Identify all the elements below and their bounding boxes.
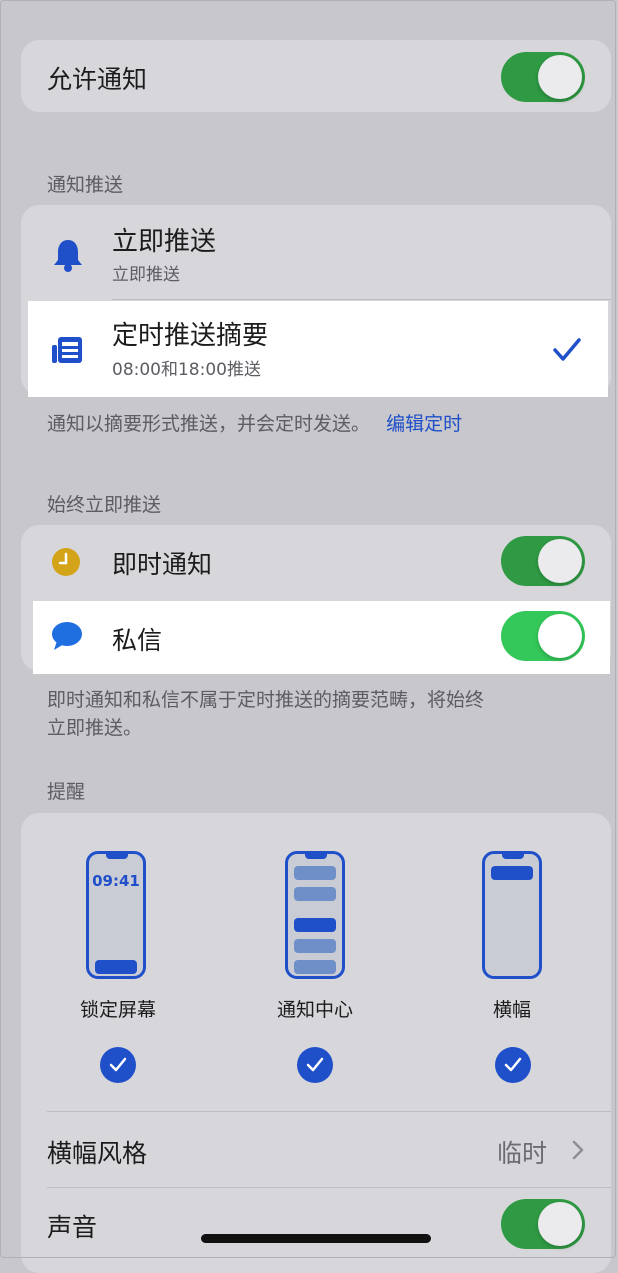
chevron-right-icon [572, 1140, 584, 1160]
time-sensitive-label: 即时通知 [112, 550, 213, 579]
sound-toggle[interactable] [501, 1199, 585, 1249]
delivery-footer-text: 通知以摘要形式推送，并会定时发送。 [47, 413, 371, 435]
time-sensitive-toggle[interactable] [501, 536, 585, 586]
alert-style-label: 通知中心 [276, 999, 353, 1021]
check-circle-icon[interactable] [297, 1047, 333, 1083]
footer-line: 立即推送。 [47, 717, 143, 739]
banner-style-value: 临时 [497, 1139, 548, 1168]
edit-schedule-link[interactable]: 编辑定时 [386, 413, 462, 435]
lock-screen-time: 09:41 [92, 872, 140, 890]
delivery-option-title: 立即推送 [112, 227, 217, 257]
alert-style-lock-screen[interactable]: 09:41 锁定屏幕 [58, 850, 178, 1100]
home-indicator [201, 1234, 431, 1243]
message-icon [52, 622, 82, 650]
banners-preview [482, 851, 542, 979]
always-immediate-section-title: 始终立即推送 [47, 494, 162, 516]
alert-style-label: 锁定屏幕 [79, 999, 156, 1021]
alerts-section-title: 提醒 [47, 781, 86, 803]
direct-message-row: 私信 [33, 601, 610, 674]
summary-icon [52, 337, 82, 363]
bell-icon [54, 240, 82, 272]
divider [112, 299, 611, 300]
delivery-option-subtitle: 08:00和18:00推送 [112, 360, 261, 380]
footer-line: 即时通知和私信不属于定时推送的摘要范畴，将始终 [47, 689, 485, 711]
alert-style-notification-center[interactable]: 通知中心 [255, 850, 375, 1100]
direct-message-toggle[interactable] [501, 611, 585, 661]
delivery-section-title: 通知推送 [47, 174, 124, 196]
delivery-option-summary[interactable]: 定时推送摘要 08:00和18:00推送 [28, 301, 608, 397]
checkmark-icon [553, 338, 581, 361]
delivery-option-subtitle: 立即推送 [112, 265, 180, 285]
delivery-option-title: 定时推送摘要 [112, 321, 269, 351]
alert-style-label: 横幅 [492, 999, 531, 1021]
banner-style-row[interactable]: 横幅风格 临时 [21, 1112, 611, 1187]
delivery-footer: 通知以摘要形式推送，并会定时发送。 编辑定时 [47, 410, 587, 438]
check-circle-icon[interactable] [100, 1047, 136, 1083]
clock-icon [52, 548, 80, 576]
lock-screen-preview: 09:41 [86, 851, 146, 979]
alert-style-banners[interactable]: 横幅 [452, 850, 572, 1100]
sound-label: 声音 [47, 1213, 98, 1242]
allow-notifications-label: 允许通知 [47, 65, 148, 94]
always-immediate-footer: 即时通知和私信不属于定时推送的摘要范畴，将始终 立即推送。 [47, 686, 587, 742]
direct-message-label: 私信 [112, 626, 163, 655]
allow-notifications-toggle[interactable] [501, 52, 585, 102]
notification-center-preview [285, 851, 345, 979]
banner-style-label: 横幅风格 [47, 1139, 148, 1168]
check-circle-icon[interactable] [495, 1047, 531, 1083]
sound-row: 声音 [21, 1188, 611, 1260]
time-sensitive-row: 即时通知 [21, 525, 611, 598]
delivery-option-immediate[interactable]: 立即推送 立即推送 [21, 205, 611, 300]
